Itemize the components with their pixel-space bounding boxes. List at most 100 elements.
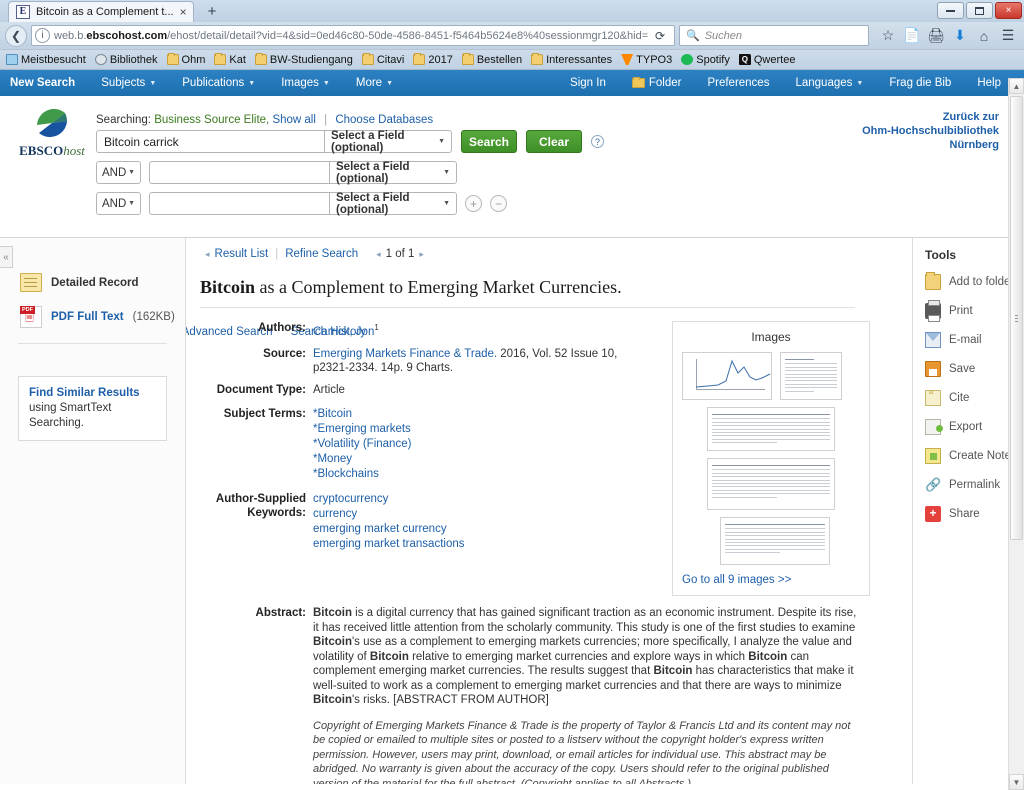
field-select-3[interactable]: Select a Field (optional) ▼ xyxy=(329,192,457,216)
download-icon[interactable]: ⬇ xyxy=(949,25,971,47)
search-input-2[interactable] xyxy=(149,161,329,184)
image-thumbnail-table[interactable] xyxy=(707,407,835,451)
nav-frag-die-bib[interactable]: Frag die Bib xyxy=(876,77,964,89)
back-to-library-link[interactable]: Zurück zur Ohm-Hochschulbibliothek Nürnb… xyxy=(862,110,999,152)
search-button[interactable]: Search xyxy=(461,130,517,153)
clear-button[interactable]: Clear xyxy=(526,130,582,153)
collapse-left-panel-button[interactable]: « xyxy=(0,246,13,268)
bookmark-star-icon[interactable]: ☆ xyxy=(877,25,899,47)
address-bar[interactable]: i web.b.ebscohost.com/ehost/detail/detai… xyxy=(31,25,675,46)
chevron-down-icon: ▼ xyxy=(128,169,135,176)
bookmark-item[interactable]: Interessantes xyxy=(531,53,612,66)
database-name-link[interactable]: Business Source Elite, xyxy=(154,114,269,126)
address-bar-url: web.b.ebscohost.com/ehost/detail/detail?… xyxy=(54,29,649,42)
ebsco-nav-left: New Search Subjects ▼ Publications ▼ Image… xyxy=(10,77,406,89)
image-thumbnail-table[interactable] xyxy=(780,352,842,400)
window-close-button[interactable]: × xyxy=(995,2,1022,19)
nav-languages[interactable]: Languages ▼ xyxy=(782,77,876,89)
sidebar-item-pdf-full-text[interactable]: PDF Full Text (162KB) xyxy=(0,299,185,335)
refine-search-link[interactable]: Refine Search xyxy=(285,248,358,260)
tab-close-icon[interactable]: × xyxy=(180,6,187,18)
bookmark-item[interactable]: Kat xyxy=(214,53,246,66)
subject-term-link[interactable]: *Volatility (Finance) xyxy=(313,438,411,450)
browser-search-input[interactable]: 🔍 Suchen xyxy=(679,25,869,46)
menu-hamburger-icon[interactable]: ☰ xyxy=(997,25,1019,47)
find-similar-results-box[interactable]: Find Similar Results using SmartText Sea… xyxy=(18,376,167,441)
scrollbar-thumb[interactable] xyxy=(1010,96,1023,540)
reload-icon[interactable]: ⟳ xyxy=(649,29,671,43)
bookmark-item[interactable]: TYPO3 xyxy=(621,54,672,66)
author-link[interactable]: Carrick, Jon xyxy=(313,326,374,338)
image-thumbnail-table[interactable] xyxy=(707,458,835,510)
bookmark-item[interactable]: Spotify xyxy=(681,54,730,66)
print-icon[interactable]: 🖨 xyxy=(925,25,947,47)
nav-new-search[interactable]: New Search xyxy=(10,77,88,89)
page-scrollbar[interactable]: ▲ ▼ xyxy=(1008,78,1024,790)
folder-icon xyxy=(461,53,474,65)
source-journal-link[interactable]: Emerging Markets Finance & Trade. xyxy=(313,348,497,360)
boolean-select-2[interactable]: AND ▼ xyxy=(96,161,141,184)
add-row-button[interactable]: + xyxy=(465,195,482,212)
abstract-term: Bitcoin xyxy=(313,694,352,706)
window-maximize-button[interactable] xyxy=(966,2,993,19)
back-button-icon[interactable]: ❮ xyxy=(5,24,27,47)
bookmark-item[interactable]: Citavi xyxy=(361,53,404,66)
nav-more[interactable]: More ▼ xyxy=(343,77,406,89)
keyword-link[interactable]: currency xyxy=(313,508,357,520)
prev-arrow-icon[interactable]: ◂ xyxy=(200,249,215,260)
window-minimize-button[interactable] xyxy=(937,2,964,19)
go-to-all-images-link[interactable]: Go to all 9 images >> xyxy=(682,574,860,586)
pager-next-icon[interactable]: ▸ xyxy=(414,249,429,260)
subject-term-link[interactable]: *Bitcoin xyxy=(313,408,352,420)
reader-view-icon[interactable]: 📄 xyxy=(901,25,923,47)
help-icon[interactable]: ? xyxy=(591,135,604,148)
nav-subjects[interactable]: Subjects ▼ xyxy=(88,77,169,89)
scroll-down-icon[interactable]: ▼ xyxy=(1009,774,1024,790)
scroll-up-icon[interactable]: ▲ xyxy=(1009,78,1024,94)
subject-term-link[interactable]: *Blockchains xyxy=(313,468,379,480)
bookmark-label: Kat xyxy=(229,53,246,66)
subject-term-link[interactable]: *Emerging markets xyxy=(313,423,411,435)
nav-preferences[interactable]: Preferences xyxy=(694,77,782,89)
keyword-link[interactable]: emerging market currency xyxy=(313,523,447,535)
keyword-link[interactable]: emerging market transactions xyxy=(313,538,464,550)
nav-images[interactable]: Images ▼ xyxy=(268,77,343,89)
bookmark-item[interactable]: 2017 xyxy=(413,53,453,66)
home-icon[interactable]: ⌂ xyxy=(973,25,995,47)
show-all-link[interactable]: Show all xyxy=(272,114,315,126)
field-select-1[interactable]: Select a Field (optional) ▼ xyxy=(324,130,452,154)
search-input-3[interactable] xyxy=(149,192,329,215)
boolean-select-3[interactable]: AND ▼ xyxy=(96,192,141,215)
chevron-down-icon: ▼ xyxy=(149,79,157,87)
bookmark-item[interactable]: Meistbesucht xyxy=(6,54,86,66)
choose-databases-link[interactable]: Choose Databases xyxy=(335,114,433,126)
search-input-1[interactable]: Bitcoin carrick xyxy=(96,130,324,153)
document-type-value: Article xyxy=(313,383,345,396)
image-thumbnail-chart[interactable] xyxy=(682,352,772,400)
image-thumbnail-table[interactable] xyxy=(720,517,830,565)
author-affiliation-marker: 1 xyxy=(374,323,379,332)
browser-tab[interactable]: E Bitcoin as a Complement t... × xyxy=(8,1,194,22)
bookmark-label: Meistbesucht xyxy=(21,53,86,66)
field-select-2[interactable]: Select a Field (optional) ▼ xyxy=(329,161,457,185)
bookmark-item[interactable]: Q Qwertee xyxy=(738,54,795,66)
remove-row-button[interactable]: − xyxy=(490,195,507,212)
nav-folder[interactable]: Folder xyxy=(619,77,695,89)
nav-help[interactable]: Help xyxy=(964,77,1014,89)
site-info-icon[interactable]: i xyxy=(35,28,50,43)
bookmark-item[interactable]: BW-Studiengang xyxy=(254,53,353,66)
subject-term-link[interactable]: *Money xyxy=(313,453,352,465)
bookmark-item[interactable]: Bibliothek xyxy=(94,54,158,66)
result-list-link[interactable]: Result List xyxy=(215,248,269,260)
floppy-disk-icon xyxy=(925,361,941,377)
detailed-record-label: Detailed Record xyxy=(51,276,139,289)
nav-publications[interactable]: Publications ▼ xyxy=(169,77,268,89)
bookmark-item[interactable]: Bestellen xyxy=(461,53,522,66)
pager-prev-icon[interactable]: ◂ xyxy=(371,249,386,260)
nav-sign-in[interactable]: Sign In xyxy=(557,77,619,89)
sidebar-item-detailed-record[interactable]: Detailed Record xyxy=(0,266,185,299)
keyword-link[interactable]: cryptocurrency xyxy=(313,493,388,505)
bookmark-item[interactable]: Ohm xyxy=(166,53,205,66)
new-tab-button[interactable]: + xyxy=(200,3,225,20)
ebscohost-logo[interactable]: EBSCOhost xyxy=(14,104,90,159)
